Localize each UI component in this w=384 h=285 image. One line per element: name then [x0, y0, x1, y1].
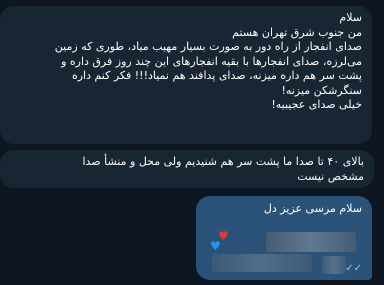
redacted-content: [266, 232, 356, 252]
double-check-icon: ✓✓: [345, 263, 362, 274]
message-text: بالای ۴۰ تا صدا ما پشت سر هم شنیدیم ولی …: [82, 155, 364, 183]
message-text: سلام من جنوب شرق تهران هستم صدای انفجار …: [54, 11, 362, 111]
redacted-content: [322, 256, 346, 274]
message-text: سلام مرسی عزیز دل: [263, 202, 362, 215]
heart-reaction-icon[interactable]: ♥: [210, 240, 221, 252]
incoming-message-bubble[interactable]: بالای ۴۰ تا صدا ما پشت سر هم شنیدیم ولی …: [0, 150, 374, 188]
redacted-content: [212, 254, 312, 272]
incoming-message-bubble[interactable]: سلام من جنوب شرق تهران هستم صدای انفجار …: [0, 6, 372, 144]
outgoing-message-bubble[interactable]: سلام مرسی عزیز دل ♥ ♥ ✓✓: [196, 196, 372, 280]
